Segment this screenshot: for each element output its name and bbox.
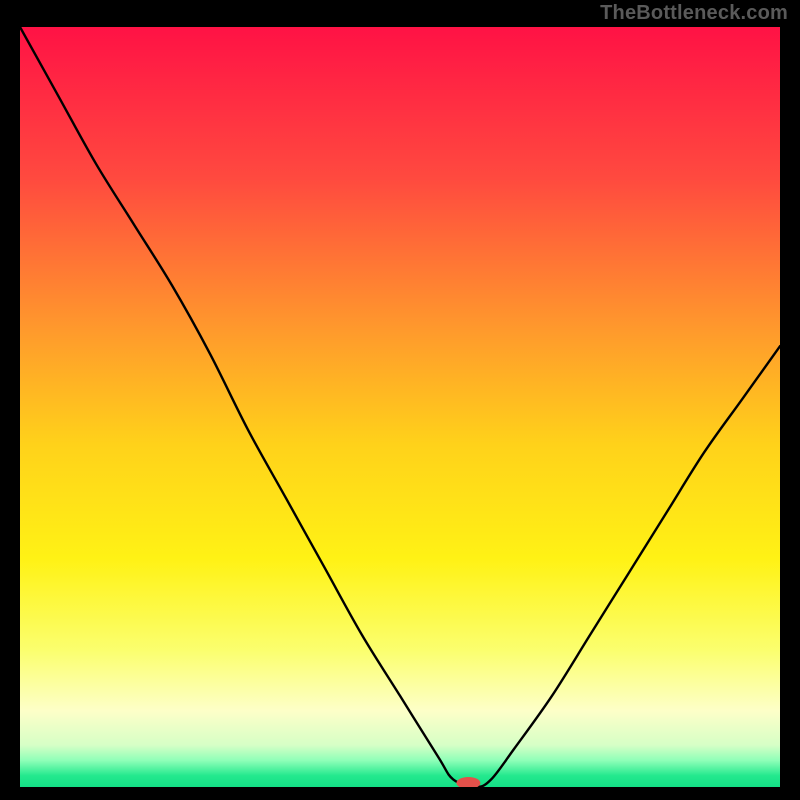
chart-container: TheBottleneck.com: [0, 0, 800, 800]
watermark: TheBottleneck.com: [600, 2, 788, 25]
bottleneck-chart: [20, 27, 780, 787]
plot-area: [20, 27, 780, 787]
gradient-background: [20, 27, 780, 787]
